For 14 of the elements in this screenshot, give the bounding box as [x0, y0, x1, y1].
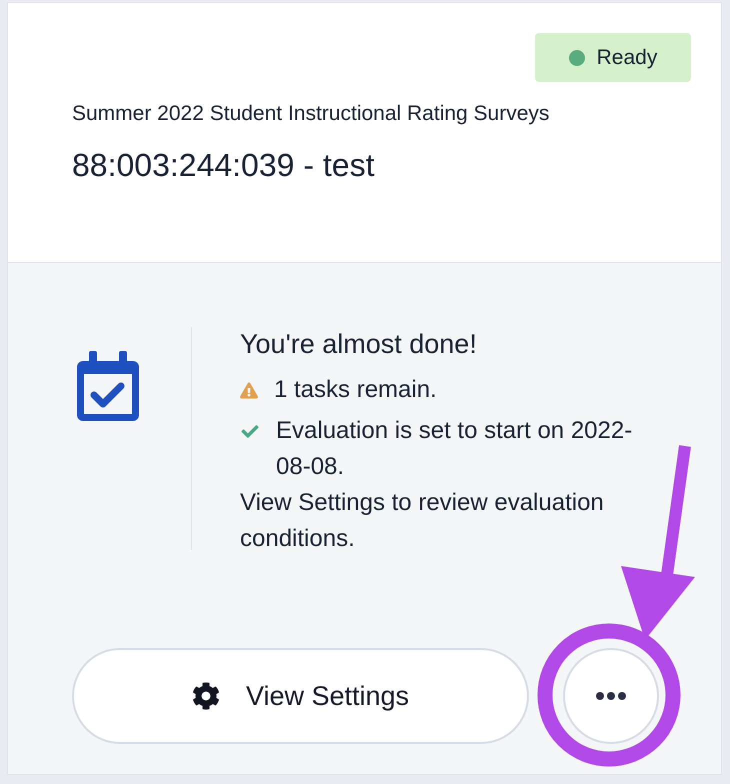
check-icon — [240, 423, 260, 440]
warning-icon — [240, 382, 258, 399]
task-status-text: Evaluation is set to start on 2022-08-08. — [276, 416, 634, 482]
settings-icon — [192, 682, 220, 710]
task-status-text: 1 tasks remain. — [274, 375, 437, 405]
view-settings-button[interactable]: View Settings — [72, 648, 529, 744]
more-options-button[interactable] — [563, 648, 659, 744]
ellipsis-icon — [596, 692, 626, 700]
status-label: Ready — [596, 44, 658, 70]
progress-heading: You're almost done! — [240, 328, 477, 360]
survey-name: Summer 2022 Student Instructional Rating Surveys — [72, 101, 550, 127]
settings-hint: View Settings to review evaluation conditions. — [240, 488, 605, 554]
course-title: 88:003:244:039 - test — [72, 146, 374, 184]
calendar-check-icon — [77, 351, 139, 421]
